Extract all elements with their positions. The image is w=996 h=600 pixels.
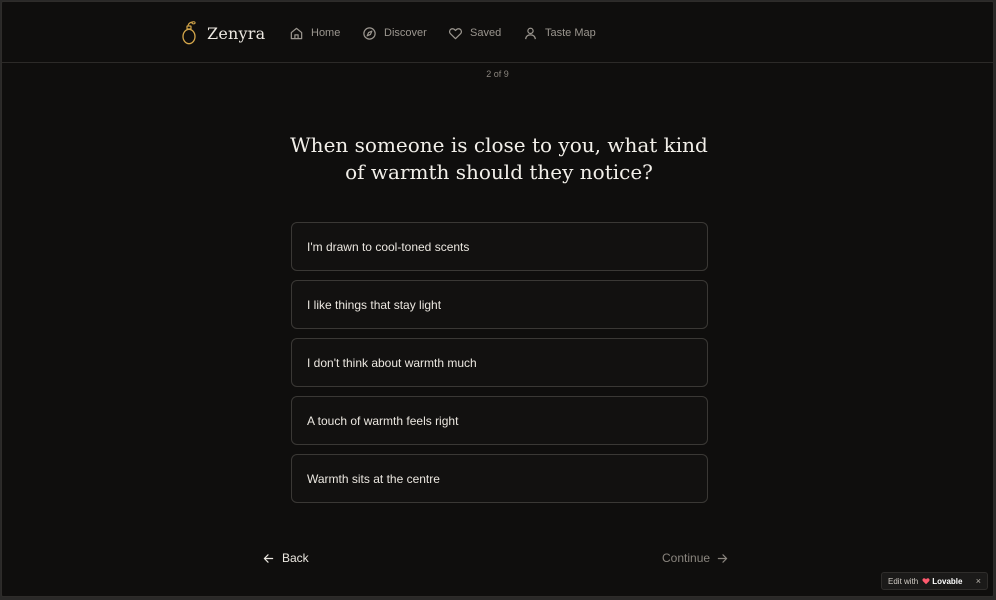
heart-icon [448,27,463,39]
nav-saved[interactable]: Saved [448,24,501,42]
lovable-heart-icon [922,578,930,585]
nav-discover[interactable]: Discover [362,24,427,42]
nav-taste-map[interactable]: Taste Map [523,24,596,42]
answer-options: I'm drawn to cool-toned scents I like th… [291,222,708,512]
perfume-bottle-icon [182,21,196,45]
answer-option[interactable]: Warmth sits at the centre [291,454,708,503]
brand-name: Zenyra [207,23,266,43]
user-icon [525,27,536,39]
arrow-right-icon [717,553,728,563]
nav-saved-label: Saved [470,27,502,39]
brand-logo[interactable]: Zenyra [181,21,265,45]
edit-with-lovable-badge[interactable]: Edit with Lovable × [881,572,988,590]
back-button[interactable]: Back [263,550,309,566]
nav-home-label: Home [311,27,341,39]
question-title: When someone is close to you, what kind … [290,133,708,184]
badge-prefix: Edit with [888,576,919,586]
top-navbar: Zenyra Home Discover Saved Taste Map [2,2,993,63]
app-window: Zenyra Home Discover Saved Taste Map 2 o… [1,1,994,597]
answer-option[interactable]: A touch of warmth feels right [291,396,708,445]
answer-option[interactable]: I don't think about warmth much [291,338,708,387]
continue-label: Continue [662,551,711,565]
answer-option[interactable]: I'm drawn to cool-toned scents [291,222,708,271]
badge-brand: Lovable [932,576,963,586]
progress-indicator: 2 of 9 [486,69,509,79]
arrow-left-icon [263,553,274,563]
nav-home[interactable]: Home [289,24,340,42]
close-icon[interactable]: × [976,576,981,586]
home-icon [290,27,303,39]
nav-discover-label: Discover [384,27,427,39]
continue-button[interactable]: Continue [662,550,728,566]
nav-taste-map-label: Taste Map [545,27,596,39]
compass-icon [363,26,376,40]
back-label: Back [282,551,309,565]
answer-option[interactable]: I like things that stay light [291,280,708,329]
